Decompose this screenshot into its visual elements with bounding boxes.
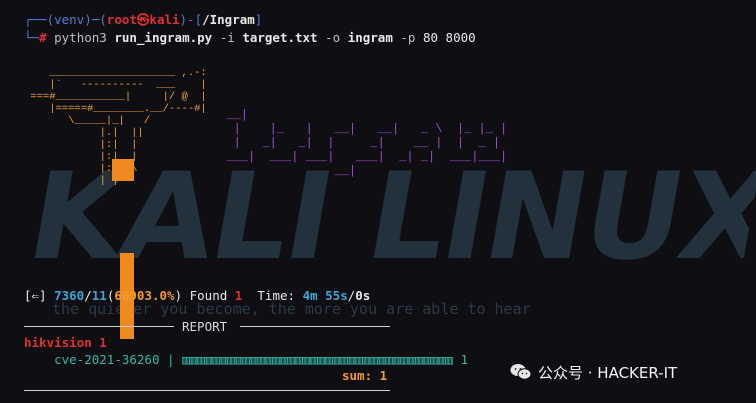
- report-title: REPORT: [182, 319, 228, 334]
- command-script: run_ingram.py: [114, 30, 213, 45]
- found-label: Found: [189, 288, 228, 303]
- command-output-dir: ingram: [347, 30, 393, 45]
- command-flag-i: -i: [219, 30, 235, 45]
- cve-count: 1: [460, 352, 469, 367]
- command-flag-p: -p: [400, 30, 416, 45]
- sum-line: sum: 1: [342, 368, 387, 384]
- total-count: 11: [91, 288, 107, 303]
- found-count: 1: [234, 288, 243, 303]
- command-input-file: target.txt: [242, 30, 318, 45]
- progress-icon: [⇐]: [24, 288, 47, 303]
- wechat-brand-watermark: 公众号 · HACKER-IT: [510, 362, 677, 383]
- command-line[interactable]: └─# python3 run_ingram.py -i target.txt …: [24, 30, 476, 46]
- venv-label: (venv): [46, 12, 92, 27]
- cve-id: cve-2021-36260: [54, 352, 160, 367]
- brand-text: 公众号 · HACKER-IT: [538, 364, 678, 382]
- terminal-window[interactable]: KALI LINUX the quieter you become, the m…: [0, 0, 756, 403]
- progress-percent: 66903.0%: [114, 288, 175, 303]
- prompt-path: /Ingram: [202, 12, 255, 27]
- cve-line: cve-2021-36260 | ▥▥▥▥▥▥▥▥▥▥▥▥▥▥▥▥▥▥▥▥▥▥▥…: [54, 352, 469, 367]
- prompt-symbol: #: [39, 30, 47, 45]
- time-label: Time:: [257, 288, 296, 303]
- cve-progress-bar: ▥▥▥▥▥▥▥▥▥▥▥▥▥▥▥▥▥▥▥▥▥▥▥▥▥▥▥▥▥▥▥▥▥▥▥▥: [182, 352, 453, 367]
- sum-label: sum:: [342, 368, 373, 383]
- ingram-ascii-logo: __| | |_ | __| __| _ \ |_ |_ | | _| _| |…: [226, 108, 508, 178]
- command-flag-o: -o: [325, 30, 341, 45]
- prompt-host: kali: [149, 12, 180, 27]
- sum-value: 1: [379, 368, 388, 383]
- report-bottom-rule: [24, 390, 390, 391]
- command-program: python3: [54, 30, 107, 45]
- scanned-count: 7360: [54, 288, 85, 303]
- hammer-head-block: [112, 159, 134, 181]
- hammer-ascii-art: ____________________ ,.-: |` ---------- …: [24, 67, 224, 339]
- prompt-user: root: [106, 12, 137, 27]
- wechat-icon: [510, 364, 532, 380]
- elapsed-time: 4m 55s: [302, 288, 348, 303]
- progress-line: [⇐] 7360/11(66903.0%) Found 1 Time: 4m 5…: [24, 288, 371, 303]
- vendor-line: hikvision 1: [24, 335, 107, 350]
- report-rule-right: [240, 326, 390, 327]
- prompt-line: ┌──(venv)─(root㉿kali)-[/Ingram]: [24, 12, 263, 27]
- command-ports: 80 8000: [422, 30, 476, 45]
- remaining-time: 0s: [355, 288, 371, 303]
- report-rule-left: [24, 326, 174, 327]
